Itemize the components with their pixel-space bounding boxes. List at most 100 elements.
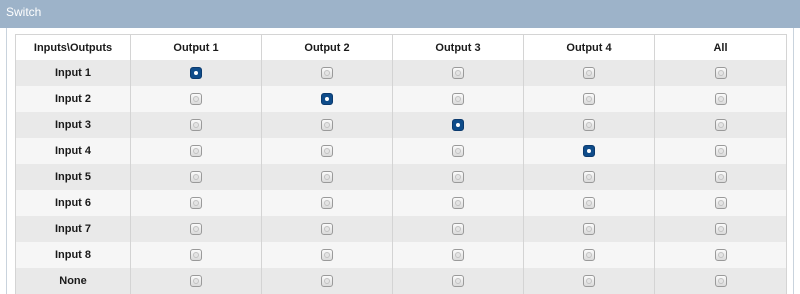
row-label: Input 6 bbox=[15, 190, 131, 216]
matrix-cell bbox=[392, 268, 524, 294]
radio-selected-icon[interactable] bbox=[190, 67, 202, 80]
radio-unselected-icon[interactable] bbox=[190, 171, 202, 184]
table-row: Input 3 bbox=[15, 112, 787, 138]
radio-unselected-icon[interactable] bbox=[583, 171, 595, 184]
radio-unselected-icon[interactable] bbox=[583, 67, 595, 80]
matrix-cell bbox=[654, 60, 787, 86]
radio-unselected-icon[interactable] bbox=[190, 223, 202, 236]
radio-unselected-icon[interactable] bbox=[452, 249, 464, 262]
radio-unselected-icon[interactable] bbox=[452, 67, 464, 80]
table-row: None bbox=[15, 268, 787, 294]
radio-unselected-icon[interactable] bbox=[321, 171, 333, 184]
radio-unselected-icon[interactable] bbox=[452, 223, 464, 236]
matrix-cell bbox=[523, 190, 655, 216]
row-label: Input 5 bbox=[15, 164, 131, 190]
switch-matrix-table: Inputs\Outputs Output 1 Output 2 Output … bbox=[15, 34, 787, 294]
radio-unselected-icon[interactable] bbox=[714, 223, 727, 236]
radio-unselected-icon[interactable] bbox=[714, 275, 727, 288]
table-row: Input 2 bbox=[15, 86, 787, 112]
radio-unselected-icon[interactable] bbox=[190, 93, 202, 106]
matrix-cell bbox=[654, 112, 787, 138]
matrix-cell bbox=[130, 268, 262, 294]
radio-unselected-icon[interactable] bbox=[190, 249, 202, 262]
matrix-cell bbox=[261, 216, 393, 242]
matrix-cell bbox=[130, 112, 262, 138]
radio-unselected-icon[interactable] bbox=[583, 93, 595, 106]
matrix-cell bbox=[392, 86, 524, 112]
matrix-cell bbox=[130, 190, 262, 216]
matrix-cell bbox=[130, 138, 262, 164]
matrix-cell bbox=[392, 242, 524, 268]
matrix-cell bbox=[130, 242, 262, 268]
radio-unselected-icon[interactable] bbox=[452, 171, 464, 184]
radio-unselected-icon[interactable] bbox=[583, 275, 595, 288]
row-label: Input 4 bbox=[15, 138, 131, 164]
radio-unselected-icon[interactable] bbox=[190, 145, 202, 158]
matrix-cell bbox=[523, 86, 655, 112]
matrix-cell bbox=[261, 242, 393, 268]
matrix-cell bbox=[261, 268, 393, 294]
radio-unselected-icon[interactable] bbox=[321, 145, 333, 158]
radio-unselected-icon[interactable] bbox=[321, 249, 333, 262]
matrix-cell bbox=[261, 190, 393, 216]
matrix-cell bbox=[523, 216, 655, 242]
radio-unselected-icon[interactable] bbox=[321, 119, 333, 132]
radio-unselected-icon[interactable] bbox=[714, 145, 727, 158]
radio-selected-icon[interactable] bbox=[583, 145, 595, 158]
radio-unselected-icon[interactable] bbox=[714, 119, 727, 132]
radio-unselected-icon[interactable] bbox=[714, 249, 727, 262]
table-row: Input 5 bbox=[15, 164, 787, 190]
matrix-cell bbox=[523, 242, 655, 268]
matrix-cell bbox=[392, 60, 524, 86]
matrix-cell bbox=[654, 138, 787, 164]
radio-unselected-icon[interactable] bbox=[321, 275, 333, 288]
radio-selected-icon[interactable] bbox=[321, 93, 333, 106]
matrix-cell bbox=[130, 86, 262, 112]
radio-unselected-icon[interactable] bbox=[321, 67, 333, 80]
matrix-cell bbox=[261, 164, 393, 190]
panel-title: Switch bbox=[0, 0, 800, 28]
radio-unselected-icon[interactable] bbox=[321, 197, 333, 210]
table-row: Input 6 bbox=[15, 190, 787, 216]
corner-header: Inputs\Outputs bbox=[15, 34, 131, 60]
table-header-row: Inputs\Outputs Output 1 Output 2 Output … bbox=[15, 34, 787, 60]
radio-unselected-icon[interactable] bbox=[452, 93, 464, 106]
matrix-cell bbox=[654, 216, 787, 242]
matrix-cell bbox=[392, 164, 524, 190]
radio-selected-icon[interactable] bbox=[452, 119, 464, 132]
row-label: Input 7 bbox=[15, 216, 131, 242]
table-row: Input 1 bbox=[15, 60, 787, 86]
radio-unselected-icon[interactable] bbox=[190, 197, 202, 210]
radio-unselected-icon[interactable] bbox=[714, 93, 727, 106]
matrix-cell bbox=[654, 190, 787, 216]
matrix-cell bbox=[261, 60, 393, 86]
radio-unselected-icon[interactable] bbox=[583, 223, 595, 236]
column-header-output-4: Output 4 bbox=[523, 34, 655, 60]
row-label: Input 2 bbox=[15, 86, 131, 112]
row-label: None bbox=[15, 268, 131, 294]
radio-unselected-icon[interactable] bbox=[714, 171, 727, 184]
matrix-cell bbox=[392, 138, 524, 164]
radio-unselected-icon[interactable] bbox=[190, 119, 202, 132]
matrix-cell bbox=[523, 268, 655, 294]
radio-unselected-icon[interactable] bbox=[452, 145, 464, 158]
matrix-cell bbox=[523, 138, 655, 164]
row-label: Input 1 bbox=[15, 60, 131, 86]
column-header-output-3: Output 3 bbox=[392, 34, 524, 60]
matrix-cell bbox=[654, 86, 787, 112]
column-header-output-1: Output 1 bbox=[130, 34, 262, 60]
radio-unselected-icon[interactable] bbox=[714, 67, 727, 80]
switch-panel: Switch Inputs\Outputs Output 1 Output 2 … bbox=[0, 0, 800, 294]
radio-unselected-icon[interactable] bbox=[583, 197, 595, 210]
radio-unselected-icon[interactable] bbox=[583, 249, 595, 262]
radio-unselected-icon[interactable] bbox=[452, 275, 464, 288]
column-header-output-2: Output 2 bbox=[261, 34, 393, 60]
radio-unselected-icon[interactable] bbox=[190, 275, 202, 288]
matrix-cell bbox=[654, 164, 787, 190]
matrix-cell bbox=[523, 112, 655, 138]
radio-unselected-icon[interactable] bbox=[321, 223, 333, 236]
radio-unselected-icon[interactable] bbox=[583, 119, 595, 132]
radio-unselected-icon[interactable] bbox=[452, 197, 464, 210]
matrix-cell bbox=[392, 190, 524, 216]
radio-unselected-icon[interactable] bbox=[714, 197, 727, 210]
